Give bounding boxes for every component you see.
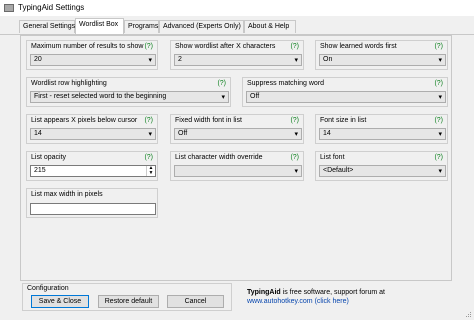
max-width-input[interactable]: [30, 203, 156, 215]
fixed-width-font-help[interactable]: (?): [290, 117, 299, 124]
configuration-label: Configuration: [27, 285, 69, 292]
show-learned-group: Show learned words first (?) On ▾: [315, 40, 448, 70]
configuration-group: Configuration Save & Close Restore defau…: [22, 283, 232, 311]
footer-app-name: TypingAid: [247, 289, 281, 296]
spin-down-icon[interactable]: ▼: [147, 171, 155, 176]
chevron-down-icon: ▾: [221, 94, 225, 101]
max-width-group: List max width in pixels: [26, 188, 158, 218]
list-opacity-spinner[interactable]: ▲ ▼: [146, 166, 155, 176]
char-width-override-group: List character width override (?) ▾: [170, 151, 304, 181]
list-font-help[interactable]: (?): [434, 154, 443, 161]
show-after-chars-group: Show wordlist after X characters (?) 2 ▾: [170, 40, 304, 70]
list-opacity-help[interactable]: (?): [144, 154, 153, 161]
font-size-select[interactable]: 14 ▾: [319, 128, 446, 140]
show-after-chars-help[interactable]: (?): [290, 43, 299, 50]
max-results-label: Maximum number of results to show: [31, 43, 144, 50]
footer-info: TypingAid is free software, support foru…: [247, 288, 385, 306]
chevron-down-icon: ▾: [438, 168, 442, 175]
save-close-button[interactable]: Save & Close: [31, 295, 89, 308]
font-size-group: Font size in list (?) 14 ▾: [315, 114, 448, 144]
row-highlighting-label: Wordlist row highlighting: [31, 80, 107, 87]
list-font-label: List font: [320, 154, 345, 161]
tab-wordlist-box[interactable]: Wordlist Box: [75, 18, 124, 34]
chevron-down-icon: ▾: [294, 168, 298, 175]
max-results-select[interactable]: 20 ▾: [30, 54, 156, 66]
font-size-label: Font size in list: [320, 117, 367, 124]
show-learned-select[interactable]: On ▾: [319, 54, 446, 66]
chevron-down-icon: ▾: [438, 94, 442, 101]
footer-text: is free software, support forum at: [280, 289, 385, 296]
max-width-label: List max width in pixels: [31, 191, 103, 198]
suppress-matching-help[interactable]: (?): [434, 80, 443, 87]
list-font-group: List font (?) <Default> ▾: [315, 151, 448, 181]
title-bar: TypingAid Settings: [0, 0, 474, 16]
row-highlighting-select[interactable]: First - reset selected word to the begin…: [30, 91, 229, 103]
suppress-matching-group: Suppress matching word (?) Off ▾: [242, 77, 448, 107]
tab-about-help[interactable]: About & Help: [244, 20, 296, 33]
font-size-help[interactable]: (?): [434, 117, 443, 124]
chevron-down-icon: ▾: [438, 57, 442, 64]
resize-grip-icon[interactable]: [466, 312, 472, 318]
pixels-below-cursor-help[interactable]: (?): [144, 117, 153, 124]
tab-advanced[interactable]: Advanced (Experts Only): [159, 20, 244, 33]
char-width-override-help[interactable]: (?): [290, 154, 299, 161]
row-highlighting-group: Wordlist row highlighting (?) First - re…: [26, 77, 231, 107]
cancel-button[interactable]: Cancel: [167, 295, 224, 308]
fixed-width-font-label: Fixed width font in list: [175, 117, 242, 124]
chevron-down-icon: ▾: [294, 57, 298, 64]
chevron-down-icon: ▾: [294, 131, 298, 138]
suppress-matching-label: Suppress matching word: [247, 80, 325, 87]
show-learned-help[interactable]: (?): [434, 43, 443, 50]
pixels-below-cursor-group: List appears X pixels below cursor (?) 1…: [26, 114, 158, 144]
max-results-help[interactable]: (?): [144, 43, 153, 50]
fixed-width-font-group: Fixed width font in list (?) Off ▾: [170, 114, 304, 144]
restore-default-button[interactable]: Restore default: [98, 295, 159, 308]
pixels-below-cursor-select[interactable]: 14 ▾: [30, 128, 156, 140]
char-width-override-label: List character width override: [175, 154, 263, 161]
list-font-select[interactable]: <Default> ▾: [319, 165, 446, 177]
show-after-chars-label: Show wordlist after X characters: [175, 43, 276, 50]
list-opacity-group: List opacity (?) 215 ▲ ▼: [26, 151, 158, 181]
char-width-override-select[interactable]: ▾: [174, 165, 302, 177]
show-after-chars-select[interactable]: 2 ▾: [174, 54, 302, 66]
chevron-down-icon: ▾: [148, 57, 152, 64]
tab-general-settings[interactable]: General Settings: [19, 20, 75, 33]
fixed-width-font-select[interactable]: Off ▾: [174, 128, 302, 140]
chevron-down-icon: ▾: [148, 131, 152, 138]
row-highlighting-help[interactable]: (?): [217, 80, 226, 87]
show-learned-label: Show learned words first: [320, 43, 397, 50]
chevron-down-icon: ▾: [438, 131, 442, 138]
forum-link-suffix[interactable]: (click here): [313, 298, 349, 305]
app-icon: [4, 4, 14, 12]
max-results-group: Maximum number of results to show (?) 20…: [26, 40, 158, 70]
tab-bar: General Settings Wordlist Box Programs A…: [0, 17, 474, 35]
pixels-below-cursor-label: List appears X pixels below cursor: [31, 117, 138, 124]
list-opacity-input[interactable]: 215 ▲ ▼: [30, 165, 156, 177]
list-opacity-label: List opacity: [31, 154, 67, 161]
window-title: TypingAid Settings: [18, 3, 85, 12]
forum-link[interactable]: www.autohotkey.com: [247, 298, 313, 305]
tab-programs[interactable]: Programs: [124, 20, 159, 33]
suppress-matching-select[interactable]: Off ▾: [246, 91, 446, 103]
